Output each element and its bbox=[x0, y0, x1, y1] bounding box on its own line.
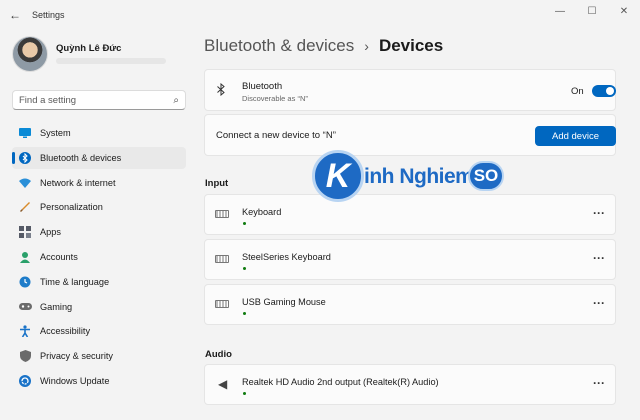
device-name: Keyboard bbox=[242, 207, 282, 217]
sidebar-item-network[interactable]: Network & internet bbox=[12, 172, 186, 194]
apps-icon bbox=[18, 225, 32, 239]
breadcrumb: Bluetooth & devices › Devices bbox=[204, 36, 443, 56]
device-name: Realtek HD Audio 2nd output (Realtek(R) … bbox=[242, 377, 439, 387]
speaker-icon: ◀ bbox=[218, 377, 228, 391]
section-input-heading: Input bbox=[205, 178, 229, 189]
sidebar-item-accounts[interactable]: Accounts bbox=[12, 246, 186, 268]
connect-device-text: Connect a new device to “N” bbox=[216, 130, 336, 141]
watermark-logo: K inh Nghiem SO bbox=[312, 150, 507, 206]
bluetooth-icon bbox=[18, 151, 32, 165]
main-content: Bluetooth & devices › Devices Bluetooth … bbox=[204, 30, 616, 420]
breadcrumb-separator: › bbox=[364, 38, 369, 54]
user-profile[interactable]: Quỳnh Lê Đức bbox=[12, 36, 166, 72]
sidebar-item-privacy-security[interactable]: Privacy & security bbox=[12, 345, 186, 367]
person-icon bbox=[18, 250, 32, 264]
close-button[interactable]: ✕ bbox=[608, 0, 640, 22]
keyboard-icon bbox=[215, 300, 229, 308]
more-options-button[interactable]: ··· bbox=[593, 206, 605, 220]
connected-status-dot bbox=[243, 267, 246, 270]
bluetooth-subtitle: Discoverable as “N” bbox=[242, 94, 308, 103]
sidebar: Quỳnh Lê Đức ⌕ System Bluetooth & device… bbox=[0, 30, 192, 420]
sidebar-item-system[interactable]: System bbox=[12, 122, 186, 144]
sidebar-nav: System Bluetooth & devices Network & int… bbox=[12, 122, 186, 395]
sidebar-item-label: Privacy & security bbox=[40, 351, 114, 362]
sidebar-item-gaming[interactable]: Gaming bbox=[12, 296, 186, 318]
sidebar-item-personalization[interactable]: Personalization bbox=[12, 196, 186, 218]
device-name: USB Gaming Mouse bbox=[242, 297, 326, 307]
sidebar-item-label: Bluetooth & devices bbox=[40, 152, 122, 163]
minimize-button[interactable]: — bbox=[544, 0, 576, 22]
sidebar-item-time-language[interactable]: Time & language bbox=[12, 271, 186, 293]
bluetooth-card: Bluetooth Discoverable as “N” On bbox=[204, 69, 616, 111]
window-controls: — ☐ ✕ bbox=[544, 0, 640, 22]
sidebar-item-label: Windows Update bbox=[40, 375, 110, 386]
sidebar-item-apps[interactable]: Apps bbox=[12, 221, 186, 243]
sidebar-item-bluetooth-devices[interactable]: Bluetooth & devices bbox=[12, 146, 186, 169]
bluetooth-state-label: On bbox=[571, 86, 584, 97]
app-title: Settings bbox=[32, 10, 65, 20]
sidebar-item-label: Time & language bbox=[40, 276, 110, 287]
monitor-icon bbox=[18, 126, 32, 140]
watermark-k-badge: K bbox=[312, 150, 364, 202]
sidebar-item-label: Personalization bbox=[40, 202, 103, 213]
bluetooth-title: Bluetooth bbox=[242, 81, 283, 92]
bluetooth-toggle[interactable] bbox=[592, 85, 616, 97]
brush-icon bbox=[18, 200, 32, 214]
connected-status-dot bbox=[243, 392, 246, 395]
device-row[interactable]: ◀ Realtek HD Audio 2nd output (Realtek(R… bbox=[204, 364, 616, 405]
wifi-icon bbox=[18, 176, 32, 190]
device-name: SteelSeries Keyboard bbox=[242, 252, 331, 262]
more-options-button[interactable]: ··· bbox=[593, 251, 605, 265]
sidebar-item-windows-update[interactable]: Windows Update bbox=[12, 370, 186, 392]
gamepad-icon bbox=[18, 300, 32, 314]
sidebar-item-label: Network & internet bbox=[40, 177, 116, 188]
search-input[interactable] bbox=[19, 94, 174, 106]
keyboard-icon bbox=[215, 210, 229, 218]
watermark-so-badge: SO bbox=[468, 161, 504, 191]
add-device-button[interactable]: Add device bbox=[535, 126, 616, 146]
search-box[interactable]: ⌕ bbox=[12, 90, 186, 110]
sidebar-item-accessibility[interactable]: Accessibility bbox=[12, 320, 186, 342]
section-audio-heading: Audio bbox=[205, 349, 232, 360]
profile-email-redacted bbox=[56, 58, 166, 64]
back-button[interactable]: ← bbox=[0, 0, 30, 30]
device-row[interactable]: SteelSeries Keyboard ··· bbox=[204, 239, 616, 280]
more-options-button[interactable]: ··· bbox=[593, 296, 605, 310]
page-title: Devices bbox=[378, 36, 444, 55]
arrow-left-icon: ← bbox=[9, 8, 21, 22]
shield-icon bbox=[18, 349, 32, 363]
keyboard-icon bbox=[215, 255, 229, 263]
sidebar-item-label: Gaming bbox=[40, 301, 73, 312]
breadcrumb-parent[interactable]: Bluetooth & devices bbox=[204, 36, 354, 56]
sidebar-item-label: Accounts bbox=[40, 251, 78, 262]
accessibility-icon bbox=[18, 324, 32, 338]
sidebar-item-label: System bbox=[40, 128, 71, 138]
globe-clock-icon bbox=[18, 275, 32, 289]
search-icon[interactable]: ⌕ bbox=[173, 95, 179, 106]
connected-status-dot bbox=[243, 222, 246, 225]
profile-name: Quỳnh Lê Đức bbox=[56, 42, 122, 54]
sidebar-item-label: Apps bbox=[40, 227, 61, 238]
watermark-text: inh Nghiem bbox=[364, 165, 474, 188]
sidebar-item-label: Accessibility bbox=[40, 326, 91, 337]
update-icon bbox=[18, 374, 32, 388]
device-row[interactable]: USB Gaming Mouse ··· bbox=[204, 284, 616, 325]
connected-status-dot bbox=[243, 312, 246, 315]
title-bar: ← Settings — ☐ ✕ bbox=[0, 0, 640, 30]
maximize-button[interactable]: ☐ bbox=[576, 0, 608, 22]
more-options-button[interactable]: ··· bbox=[593, 376, 605, 390]
avatar bbox=[12, 36, 48, 72]
bluetooth-icon bbox=[217, 82, 225, 99]
